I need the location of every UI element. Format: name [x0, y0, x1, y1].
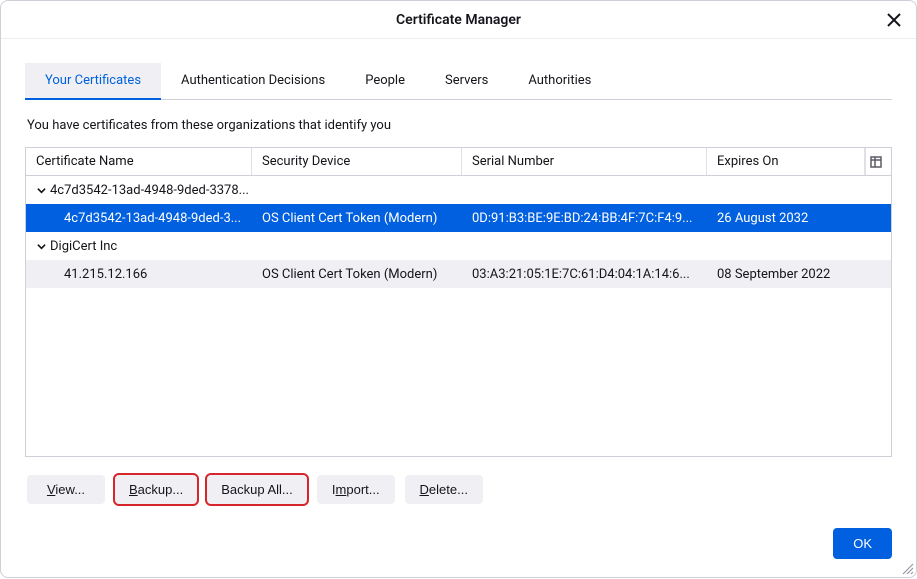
btn-label: iew...	[55, 482, 85, 497]
ok-button[interactable]: OK	[833, 528, 892, 559]
backup-button[interactable]: Backup...	[115, 475, 197, 504]
cell-security-device: OS Client Cert Token (Modern)	[252, 267, 462, 282]
tab-strip: Your Certificates Authentication Decisio…	[25, 63, 892, 100]
delete-button[interactable]: Delete...	[405, 475, 483, 504]
table-row[interactable]: 4c7d3542-13ad-4948-9ded-3... OS Client C…	[26, 204, 891, 232]
table-body: 4c7d3542-13ad-4948-9ded-3378... 4c7d3542…	[26, 176, 891, 288]
table-row[interactable]: 41.215.12.166 OS Client Cert Token (Mode…	[26, 260, 891, 288]
chevron-down-icon	[34, 186, 48, 195]
group-label: DigiCert Inc	[50, 239, 117, 254]
tab-description: You have certificates from these organiz…	[25, 100, 892, 147]
tab-people[interactable]: People	[345, 63, 425, 100]
resize-grip[interactable]	[900, 561, 914, 575]
cell-expires: 26 August 2032	[707, 211, 865, 226]
cell-expires: 08 September 2022	[707, 267, 865, 282]
dialog-footer: OK	[833, 528, 892, 559]
column-certificate-name[interactable]: Certificate Name	[26, 148, 252, 175]
cell-security-device: OS Client Cert Token (Modern)	[252, 211, 462, 226]
action-button-row: View... Backup... Backup All... Import..…	[25, 457, 892, 504]
btn-label: ackup...	[138, 482, 184, 497]
tab-your-certificates[interactable]: Your Certificates	[25, 63, 161, 100]
tab-servers[interactable]: Servers	[425, 63, 508, 100]
column-security-device[interactable]: Security Device	[252, 148, 462, 175]
column-picker[interactable]	[865, 148, 885, 175]
dialog-title: Certificate Manager	[396, 12, 521, 28]
group-label: 4c7d3542-13ad-4948-9ded-3378...	[50, 183, 249, 198]
close-icon	[887, 13, 901, 27]
cell-cert-name: 4c7d3542-13ad-4948-9ded-3...	[26, 211, 252, 226]
column-picker-icon	[870, 156, 882, 168]
cell-cert-name: 41.215.12.166	[26, 267, 252, 282]
btn-label: elete...	[429, 482, 468, 497]
column-serial-number[interactable]: Serial Number	[462, 148, 707, 175]
group-row[interactable]: 4c7d3542-13ad-4948-9ded-3378...	[26, 176, 891, 204]
content-area: Your Certificates Authentication Decisio…	[1, 39, 916, 504]
table-header: Certificate Name Security Device Serial …	[26, 148, 891, 176]
group-row[interactable]: DigiCert Inc	[26, 232, 891, 260]
import-button[interactable]: Import...	[317, 475, 395, 504]
cell-serial: 0D:91:B3:BE:9E:BD:24:BB:4F:7C:F4:9...	[462, 211, 707, 226]
tab-authentication-decisions[interactable]: Authentication Decisions	[161, 63, 345, 100]
btn-label: port...	[346, 482, 379, 497]
resize-grip-icon	[900, 561, 914, 575]
certificate-manager-dialog: Certificate Manager Your Certificates Au…	[0, 0, 917, 578]
backup-all-button[interactable]: Backup All...	[207, 475, 307, 504]
cell-serial: 03:A3:21:05:1E:7C:61:D4:04:1A:14:6...	[462, 267, 707, 282]
chevron-down-icon	[34, 242, 48, 251]
close-button[interactable]	[882, 8, 906, 32]
tab-authorities[interactable]: Authorities	[508, 63, 611, 100]
view-button[interactable]: View...	[27, 475, 105, 504]
btn-label: Backup All...	[221, 482, 293, 497]
titlebar: Certificate Manager	[1, 1, 916, 39]
column-expires-on[interactable]: Expires On	[707, 148, 865, 175]
certificate-table: Certificate Name Security Device Serial …	[25, 147, 892, 457]
